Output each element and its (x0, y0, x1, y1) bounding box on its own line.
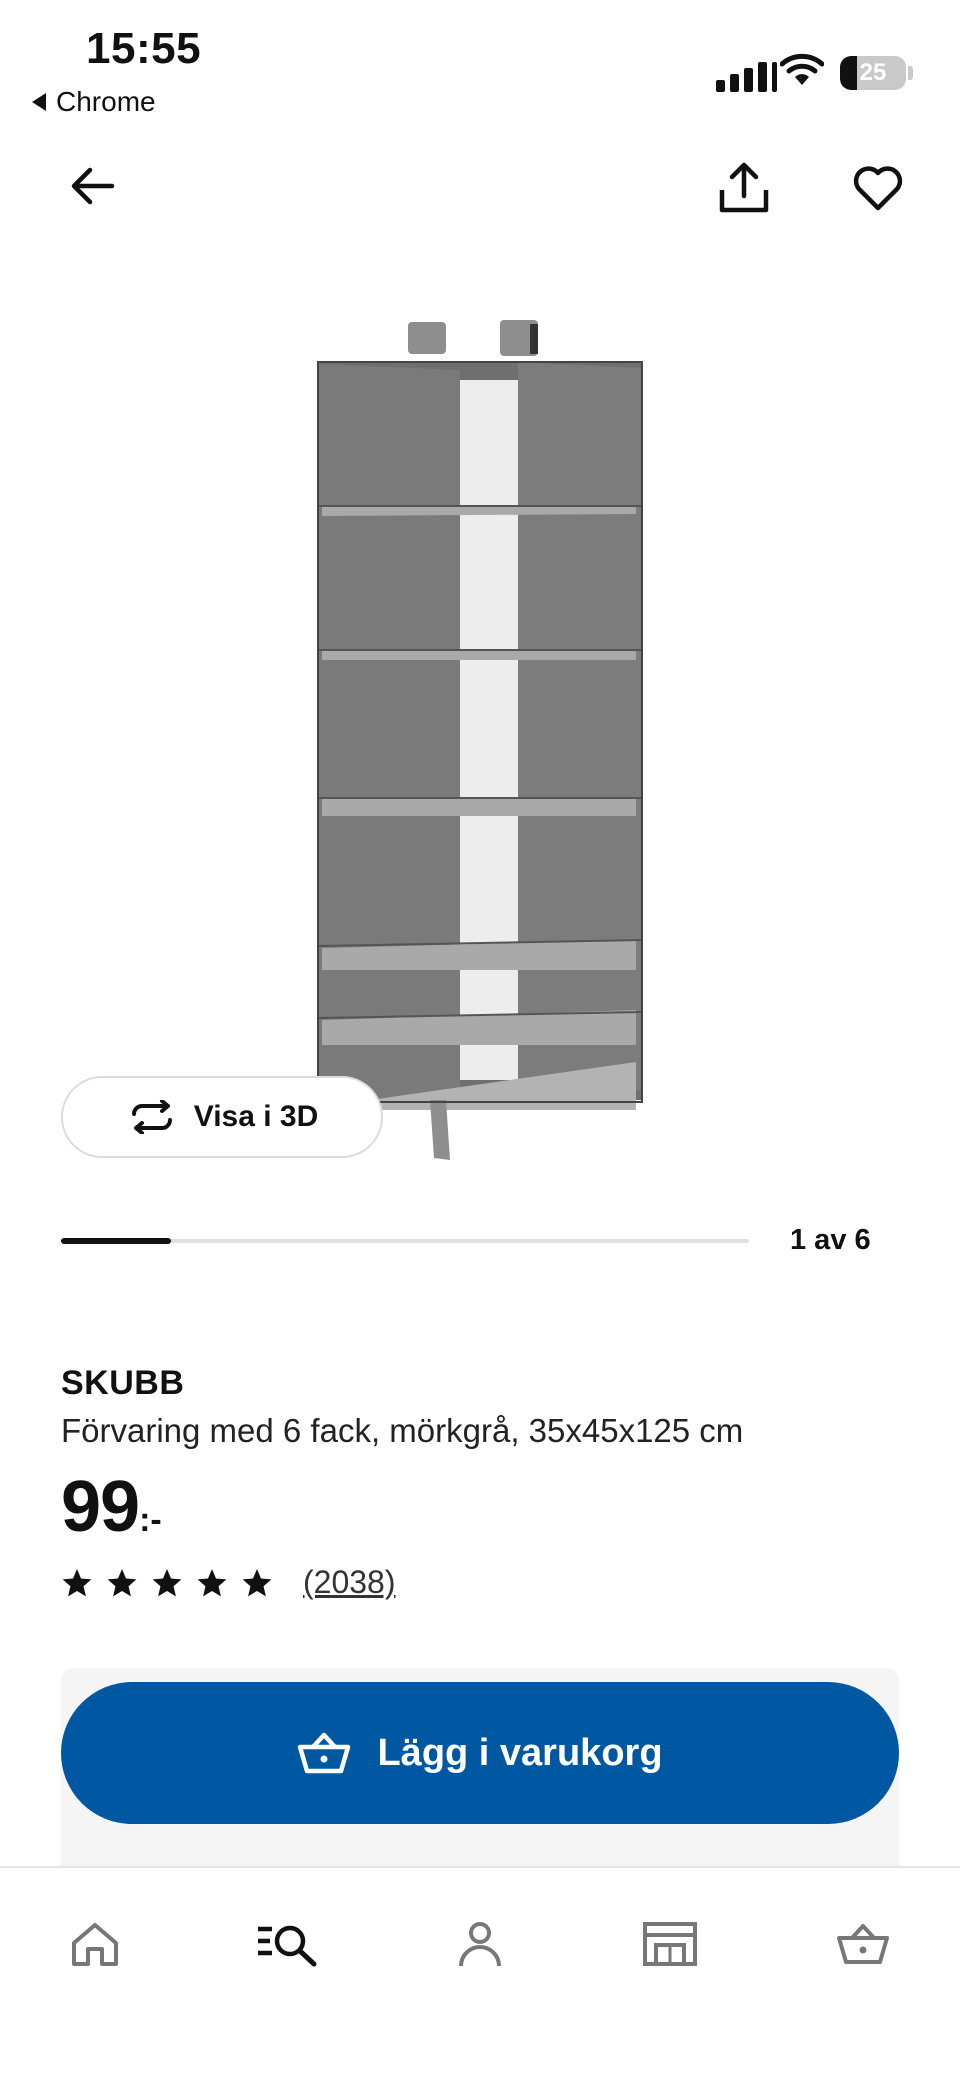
tab-cart[interactable] (823, 1904, 903, 1984)
battery-cap (908, 66, 913, 80)
battery-icon: 25 (840, 56, 906, 90)
price-suffix: :- (139, 1501, 162, 1539)
star-icon (152, 1568, 182, 1596)
gallery-progress-fill (61, 1238, 172, 1244)
back-to-app-link[interactable]: Chrome (32, 86, 156, 118)
price-main: 99 (61, 1467, 140, 1547)
star-icon (107, 1568, 137, 1596)
arrow-left-icon (71, 167, 115, 205)
store-icon (643, 1922, 697, 1966)
star-icon (242, 1568, 272, 1596)
view-in-3d-button[interactable]: Visa i 3D (61, 1076, 383, 1158)
add-to-cart-button[interactable]: Lägg i varukorg (61, 1682, 899, 1824)
favorite-button[interactable] (846, 156, 910, 220)
review-count-link[interactable]: (2038) (303, 1564, 396, 1601)
cellular-signal-icon (716, 60, 777, 92)
product-description: Förvaring med 6 fack, mörkgrå, 35x45x125… (61, 1412, 744, 1449)
search-list-icon (258, 1925, 317, 1967)
back-triangle-icon (32, 93, 46, 111)
gallery-position: 1 av 6 (790, 1224, 871, 1256)
share-button[interactable] (712, 156, 776, 220)
profile-icon (459, 1922, 501, 1967)
home-icon (72, 1923, 118, 1966)
rating-stars (61, 1567, 273, 1599)
tab-home[interactable] (55, 1904, 135, 1984)
view-in-3d-label: Visa i 3D (193, 1100, 319, 1133)
product-image[interactable] (300, 310, 660, 1170)
bottom-tab-bar (0, 1866, 960, 2081)
star-icon (197, 1568, 227, 1596)
tab-stores[interactable] (630, 1904, 710, 1984)
back-button[interactable] (62, 156, 122, 216)
heart-icon (853, 166, 903, 211)
wifi-icon (779, 52, 825, 93)
tab-search[interactable] (247, 1904, 327, 1984)
product-brand: SKUBB (61, 1364, 185, 1402)
battery-level-text: 25 (859, 59, 887, 86)
status-time: 15:55 (86, 24, 202, 73)
tab-profile[interactable] (440, 1904, 520, 1984)
share-icon (719, 162, 769, 213)
cart-icon (837, 1924, 889, 1964)
star-icon (62, 1568, 92, 1596)
add-to-cart-label: Lägg i varukorg (377, 1731, 663, 1774)
basket-icon (298, 1732, 351, 1774)
product-price: 99 :- (61, 1466, 162, 1548)
rotate-3d-icon (131, 1100, 172, 1134)
back-app-label: Chrome (56, 86, 156, 117)
gallery-progress-track (61, 1238, 749, 1244)
product-rating[interactable]: (2038) (61, 1564, 396, 1601)
